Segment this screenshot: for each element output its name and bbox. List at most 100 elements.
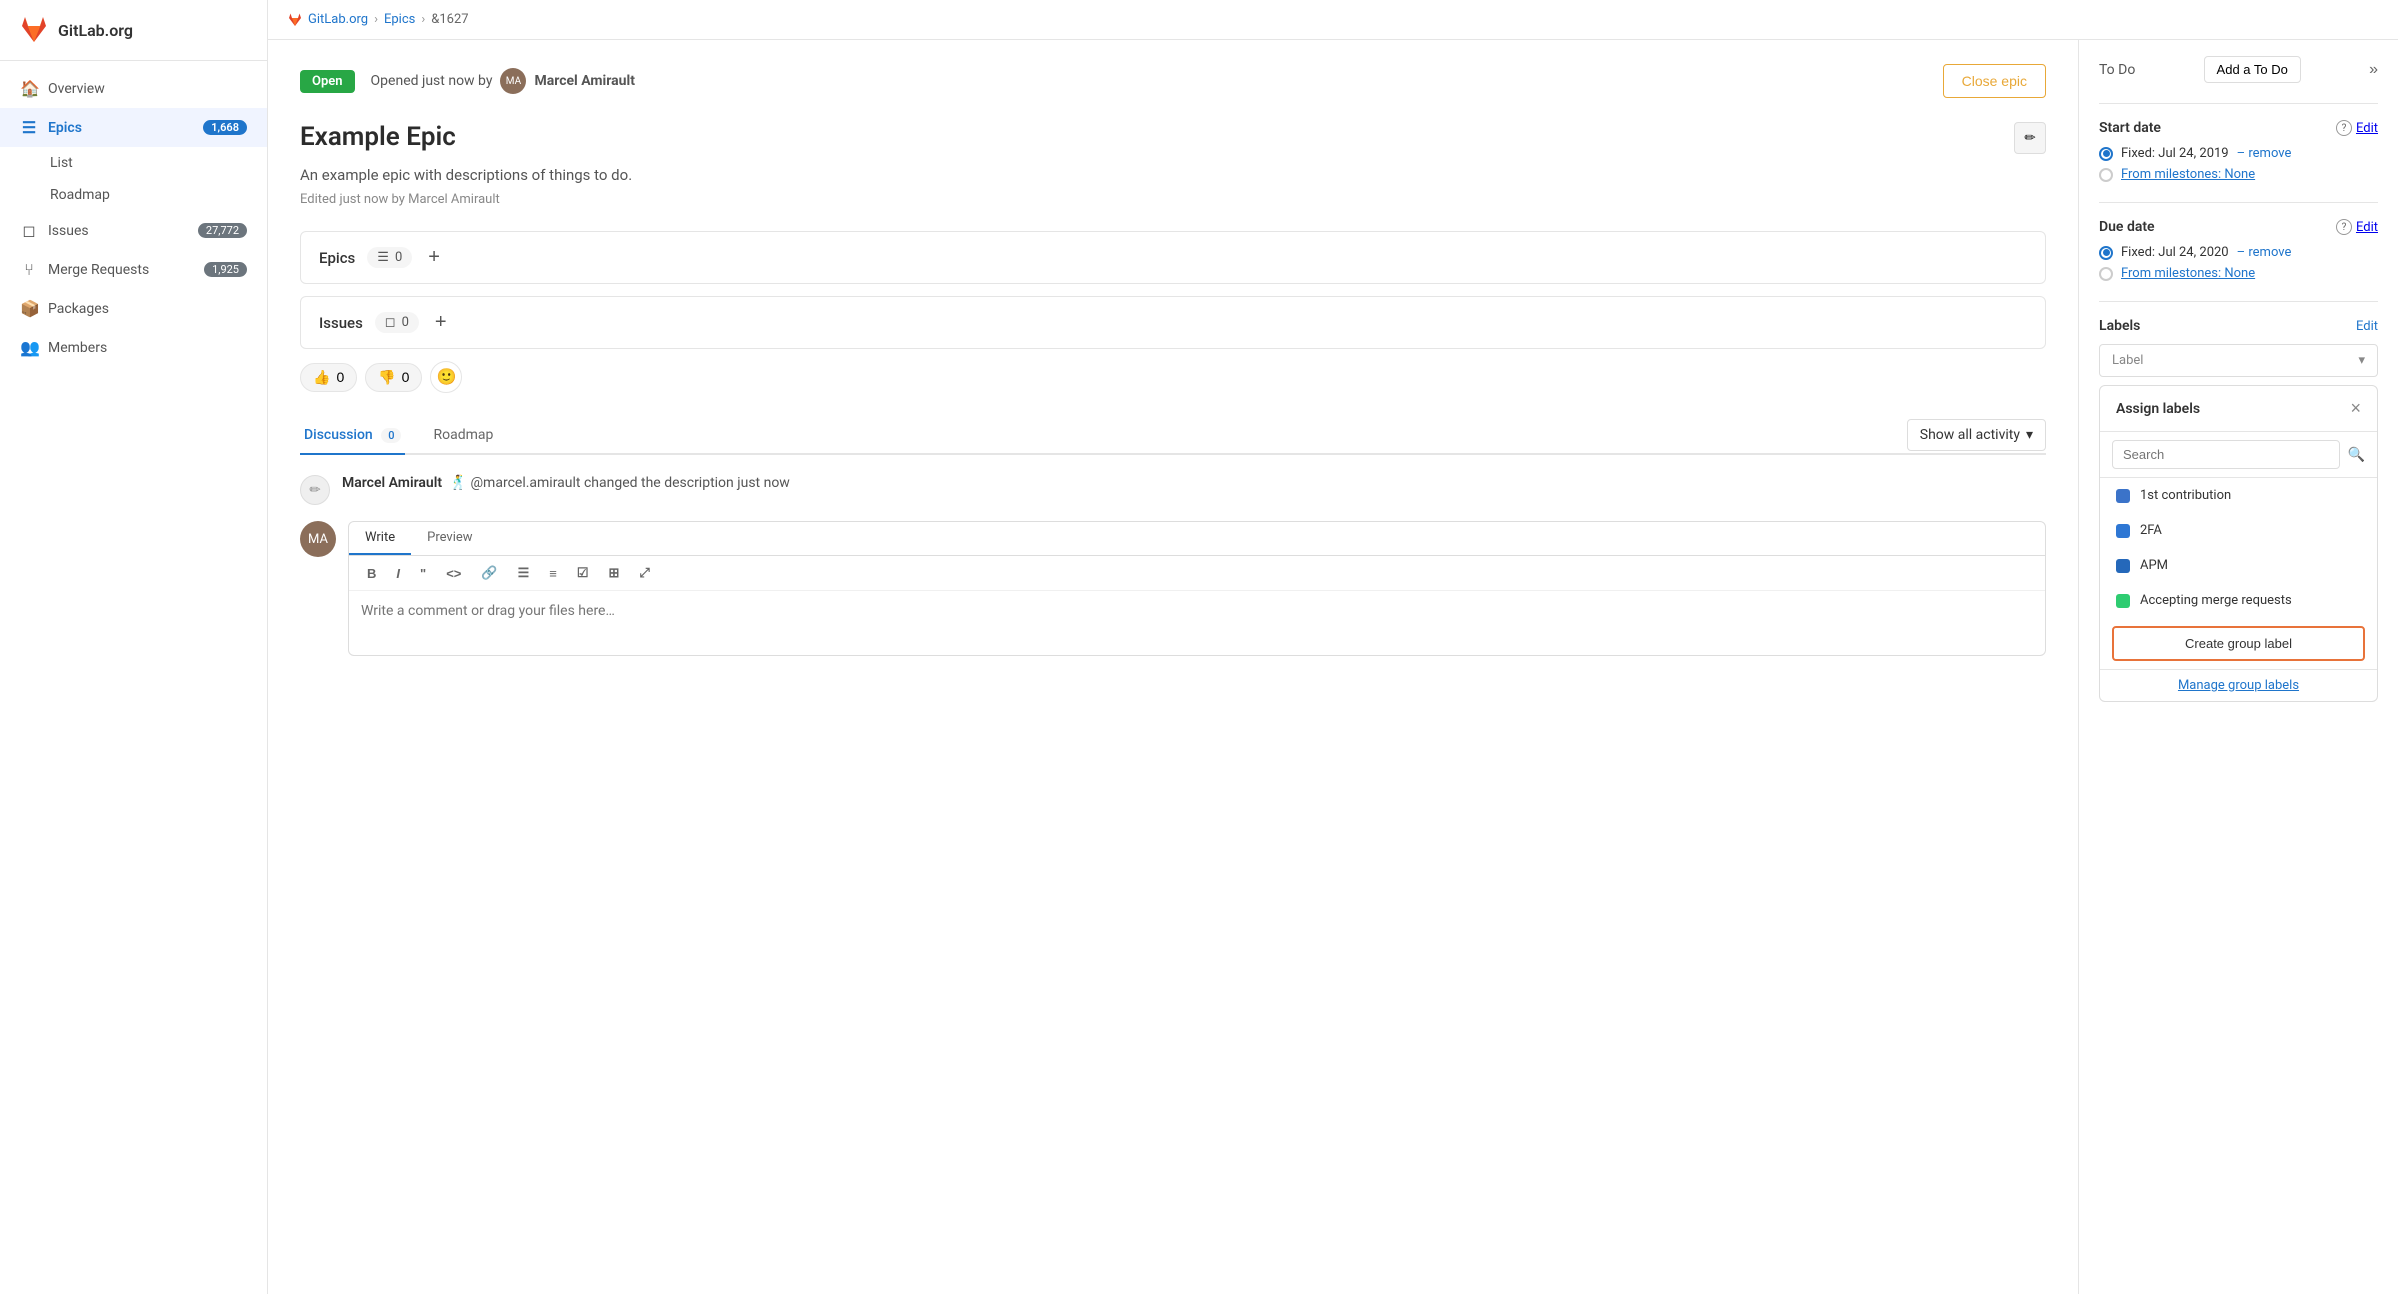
due-date-milestone-text[interactable]: From milestones: None — [2121, 266, 2255, 281]
search-icon: 🔍 — [2348, 447, 2365, 463]
checklist-button[interactable]: ☑ — [571, 562, 595, 584]
manage-labels-link[interactable]: Manage group labels — [2100, 669, 2377, 701]
start-date-milestone-text[interactable]: From milestones: None — [2121, 167, 2255, 182]
status-text: Opened just now by MA Marcel Amirault — [371, 68, 635, 94]
discussion-tabs: Discussion 0 Roadmap Show all activity ▾ — [300, 417, 2046, 455]
tab-roadmap[interactable]: Roadmap — [429, 417, 497, 453]
comment-item: ✏ Marcel Amirault 🕺 @marcel.amirault cha… — [300, 475, 2046, 505]
start-date-milestone-option: From milestones: None — [2099, 167, 2378, 182]
popup-title: Assign labels — [2116, 401, 2200, 417]
add-epics-button[interactable]: + — [428, 246, 440, 269]
epic-description: An example epic with descriptions of thi… — [300, 166, 2046, 184]
issues-count: ◻ 0 — [375, 312, 419, 333]
activity-button-label: Show all activity — [1920, 427, 2020, 443]
sidebar-item-issues-label: Issues — [48, 223, 89, 239]
due-date-remove[interactable]: – remove — [2237, 245, 2292, 260]
start-date-fixed-option: Fixed: Jul 24, 2019 – remove — [2099, 146, 2378, 161]
sidebar-item-list[interactable]: List — [0, 147, 267, 179]
table-button[interactable]: ⊞ — [602, 562, 625, 584]
start-date-label: Start date — [2099, 120, 2161, 136]
start-date-edit[interactable]: Edit — [2356, 121, 2378, 136]
fullscreen-button[interactable]: ⤢ — [633, 562, 655, 584]
start-date-fixed-text: Fixed: Jul 24, 2019 — [2121, 146, 2229, 161]
breadcrumb-sep2: › — [421, 12, 425, 27]
expand-button[interactable]: » — [2369, 61, 2378, 79]
preview-tab-label: Preview — [427, 530, 472, 545]
add-emoji-button[interactable]: 🙂 — [430, 361, 462, 393]
labels-dropdown[interactable]: Label ▾ — [2099, 344, 2378, 377]
breadcrumb-gitlab[interactable]: GitLab.org — [308, 12, 368, 27]
link-button[interactable]: 🔗 — [475, 562, 503, 584]
labels-header: Labels Edit — [2099, 318, 2378, 334]
code-button[interactable]: <> — [440, 563, 467, 584]
sidebar-item-packages[interactable]: 📦 Packages — [0, 289, 267, 328]
sidebar-item-packages-label: Packages — [48, 301, 109, 317]
due-date-label: Due date — [2099, 219, 2155, 235]
sidebar-item-roadmap[interactable]: Roadmap — [0, 179, 267, 211]
tab-discussion[interactable]: Discussion 0 — [300, 417, 405, 455]
popup-close-button[interactable]: × — [2350, 398, 2361, 419]
create-group-label-button[interactable]: Create group label — [2112, 626, 2365, 661]
label-color-dot — [2116, 559, 2130, 573]
add-issues-button[interactable]: + — [435, 311, 447, 334]
start-date-fixed-radio[interactable] — [2099, 147, 2113, 161]
due-date-milestone-radio[interactable] — [2099, 267, 2113, 281]
due-date-milestone-option: From milestones: None — [2099, 266, 2378, 281]
label-item[interactable]: APM — [2100, 548, 2377, 583]
author-name: Marcel Amirault — [534, 73, 634, 89]
close-epic-button[interactable]: Close epic — [1943, 64, 2046, 98]
sidebar-item-overview-label: Overview — [48, 81, 105, 97]
start-date-help-icon[interactable]: ? — [2336, 120, 2352, 136]
ordered-list-button[interactable]: ≡ — [543, 563, 563, 584]
due-date-header: Due date ? Edit — [2099, 219, 2378, 235]
todo-row: To Do Add a To Do » — [2099, 56, 2378, 83]
divider1 — [2099, 103, 2378, 104]
bold-button[interactable]: B — [361, 563, 382, 584]
emoji-add-icon: 🙂 — [437, 367, 457, 387]
add-todo-button[interactable]: Add a To Do — [2204, 56, 2301, 83]
thumbsup-reaction[interactable]: 👍 0 — [300, 363, 357, 392]
label-item[interactable]: 1st contribution — [2100, 478, 2377, 513]
start-date-milestone-radio[interactable] — [2099, 168, 2113, 182]
thumbsdown-reaction[interactable]: 👎 0 — [365, 363, 422, 392]
due-date-title: Due date — [2099, 219, 2155, 235]
due-date-fixed-radio[interactable] — [2099, 246, 2113, 260]
due-date-edit[interactable]: Edit — [2356, 220, 2378, 235]
epics-count: ☰ 0 — [367, 247, 412, 268]
sidebar-item-issues[interactable]: ◻ Issues 27,772 — [0, 211, 267, 250]
activity-dropdown[interactable]: Show all activity ▾ — [1907, 419, 2046, 451]
sidebar-item-members[interactable]: 👥 Members — [0, 328, 267, 367]
comment-edit-button[interactable]: ✏ — [300, 475, 330, 505]
label-item[interactable]: 2FA — [2100, 513, 2377, 548]
labels-section: Labels Edit Label ▾ Assign labels × 🔍 — [2099, 318, 2378, 702]
sidebar-item-overview[interactable]: 🏠 Overview — [0, 69, 267, 108]
comment-user-emoji: 🕺 — [450, 475, 467, 491]
comment-textarea[interactable] — [349, 591, 2045, 651]
label-color-dot — [2116, 594, 2130, 608]
comment-box: Write Preview B I " <> 🔗 ☰ ≡ — [348, 521, 2046, 656]
pencil-icon: ✏ — [2024, 130, 2035, 146]
search-input[interactable] — [2112, 440, 2340, 469]
due-date-help-icon[interactable]: ? — [2336, 219, 2352, 235]
reactions-bar: 👍 0 👎 0 🙂 — [300, 361, 2046, 393]
label-color-dot — [2116, 524, 2130, 538]
due-date-fixed-text: Fixed: Jul 24, 2020 — [2121, 245, 2229, 260]
sidebar-item-epics[interactable]: ☰ Epics 1,668 — [0, 108, 267, 147]
due-date-edit-group: ? Edit — [2336, 219, 2378, 235]
breadcrumb-epics[interactable]: Epics — [384, 12, 415, 27]
issues-badge: 27,772 — [198, 223, 247, 238]
italic-button[interactable]: I — [390, 563, 406, 584]
blockquote-button[interactable]: " — [414, 563, 432, 584]
labels-edit[interactable]: Edit — [2356, 319, 2378, 334]
preview-tab[interactable]: Preview — [411, 522, 488, 555]
list-button[interactable]: ☰ — [512, 562, 536, 584]
edit-title-button[interactable]: ✏ — [2014, 122, 2046, 154]
label-item[interactable]: Accepting merge requests — [2100, 583, 2377, 618]
start-date-remove[interactable]: – remove — [2237, 146, 2292, 161]
issues-children-section: Issues ◻ 0 + — [300, 296, 2046, 349]
sidebar-item-merge-requests[interactable]: ⑂ Merge Requests 1,925 — [0, 250, 267, 289]
start-date-header: Start date ? Edit — [2099, 120, 2378, 136]
label-color-dot — [2116, 489, 2130, 503]
write-tab[interactable]: Write — [349, 522, 411, 555]
thumbsup-emoji: 👍 — [313, 369, 330, 386]
